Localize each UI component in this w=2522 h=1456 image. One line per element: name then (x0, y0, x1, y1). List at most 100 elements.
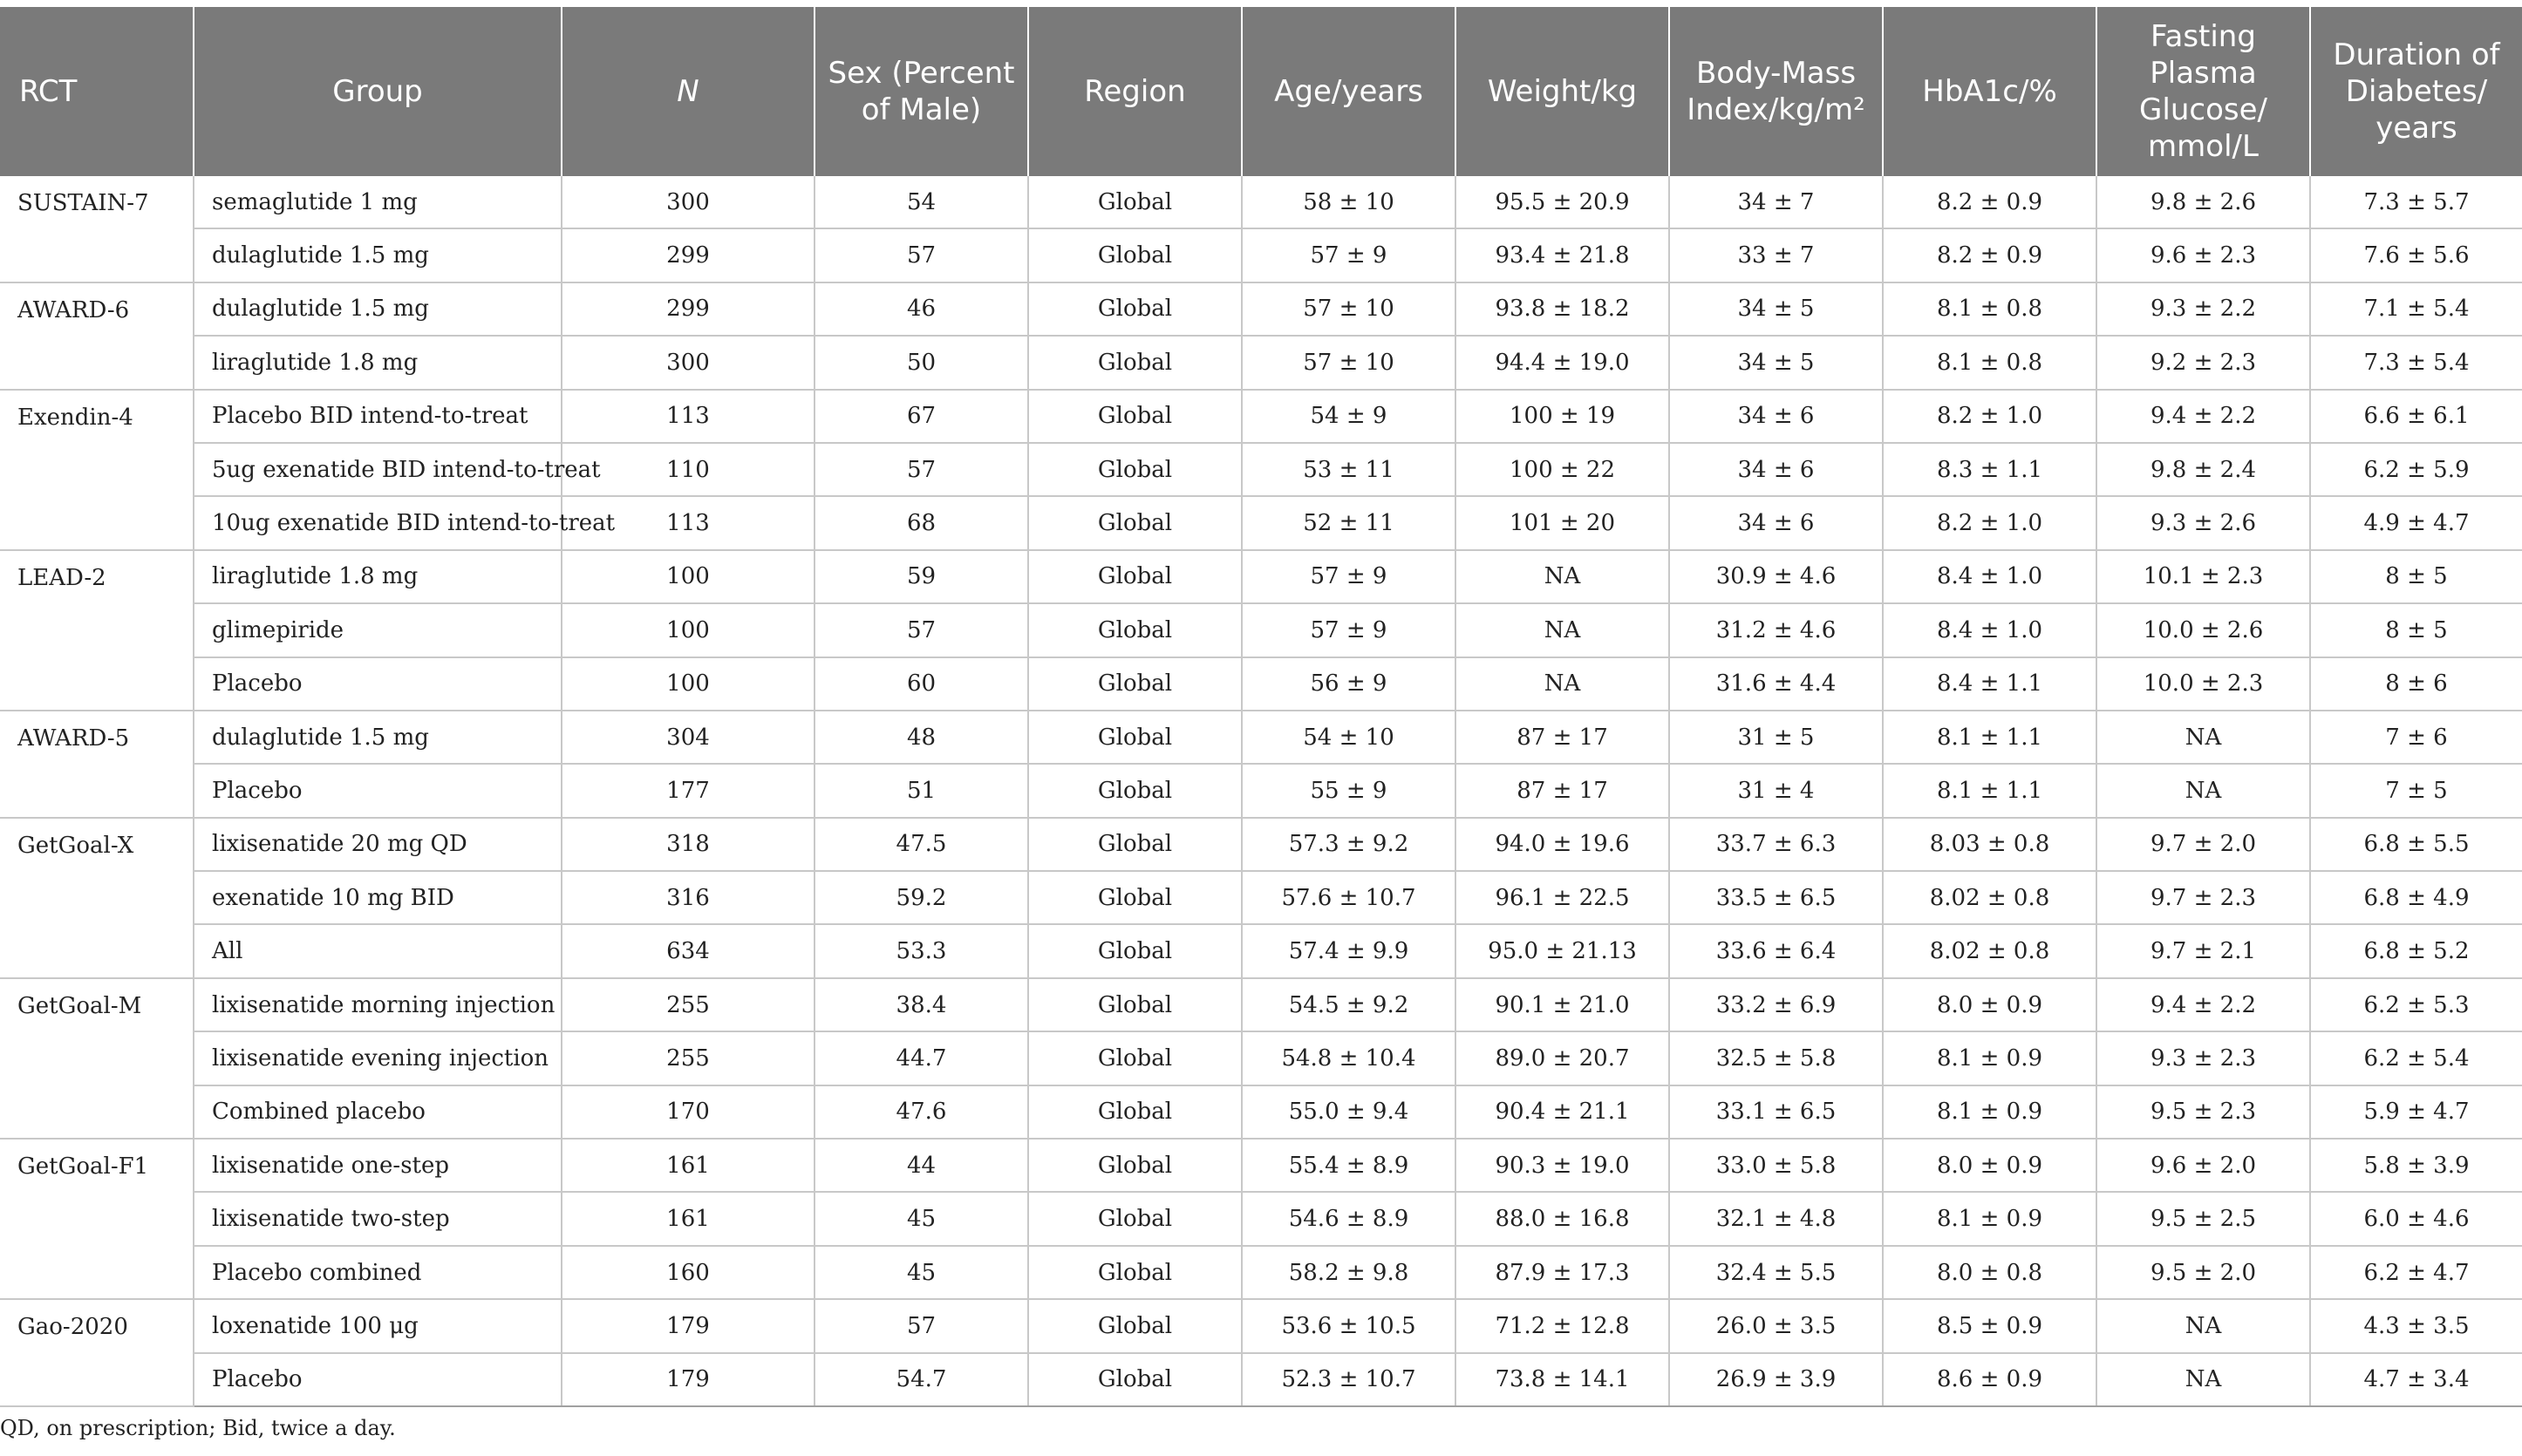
value-cell: 8.2 ± 0.9 (1883, 176, 2097, 230)
table-row: Gao-2020 loxenatide 100 μg 179 57 Global 53.6… (0, 1299, 2522, 1407)
value-cell: 44.7 (815, 1031, 1029, 1086)
group-cell: Placebo (194, 764, 562, 819)
value-cell: 31.2 ± 4.6 (1669, 603, 1884, 658)
value-cell: 304 (562, 710, 815, 765)
value-cell: 7 ± 5 (2310, 764, 2522, 819)
value-cell: 46 (815, 282, 1029, 337)
value-cell: 8.1 ± 1.1 (1883, 710, 2097, 765)
value-cell: 51 (815, 764, 1029, 819)
value-cell: 54.8 ± 10.4 (1242, 1031, 1456, 1086)
value-cell: 57.6 ± 10.7 (1242, 871, 1456, 926)
value-cell: NA (1455, 549, 1670, 605)
value-cell: 6.2 ± 5.3 (2310, 977, 2522, 1033)
value-cell: 26.0 ± 3.5 (1669, 1299, 1884, 1354)
value-cell: 93.8 ± 18.2 (1455, 282, 1670, 337)
table-row: GetGoal-X lixisenatide 20 mg QD 318 47.5 Glo… (0, 817, 2522, 979)
value-cell: 95.5 ± 20.9 (1455, 176, 1670, 230)
value-cell: 47.6 (815, 1085, 1029, 1140)
value-cell: 34 ± 5 (1669, 282, 1884, 337)
value-cell: 55.0 ± 9.4 (1242, 1085, 1456, 1140)
value-cell: 8 ± 5 (2310, 549, 2522, 605)
value-cell: 6.2 ± 4.7 (2310, 1245, 2522, 1301)
value-cell: 8 ± 6 (2310, 657, 2522, 711)
value-cell: 57 (815, 1299, 1029, 1354)
value-cell: 94.4 ± 19.0 (1455, 336, 1670, 391)
value-cell: 8 ± 5 (2310, 603, 2522, 658)
table-row: 10ug exenatide BID intend-to-treat 113 68 G… (0, 496, 2522, 551)
group-cell: lixisenatide morning injection (194, 977, 562, 1033)
value-cell: Global (1028, 1245, 1243, 1301)
value-cell: 34 ± 5 (1669, 336, 1884, 391)
value-cell: 87.9 ± 17.3 (1455, 1245, 1670, 1301)
value-cell: 57 ± 10 (1242, 336, 1456, 391)
group-cell: liraglutide 1.8 mg (194, 549, 562, 605)
value-cell: Global (1028, 1031, 1243, 1086)
table-row: lixisenatide two-step 161 45 Global 54.6 ± 8… (0, 1192, 2522, 1247)
value-cell: 31 ± 4 (1669, 764, 1884, 819)
value-cell: 31.6 ± 4.4 (1669, 657, 1884, 711)
group-cell: lixisenatide evening injection (194, 1031, 562, 1086)
group-cell: 5ug exenatide BID intend-to-treat (194, 442, 601, 498)
header-n: N (562, 7, 815, 176)
value-cell: 318 (562, 817, 815, 873)
value-cell: 6.0 ± 4.6 (2310, 1192, 2522, 1247)
value-cell: 179 (562, 1352, 815, 1407)
value-cell: 9.7 ± 2.0 (2096, 817, 2311, 873)
value-cell: 9.4 ± 2.2 (2096, 389, 2311, 444)
table-row: liraglutide 1.8 mg 300 50 Global 57 ± 10 94.4… (0, 336, 2522, 391)
rct-name-cell: Exendin-4 (0, 389, 194, 551)
value-cell: 6.2 ± 5.9 (2310, 442, 2522, 498)
value-cell: Global (1028, 603, 1243, 658)
value-cell: 53.3 (815, 924, 1029, 979)
value-cell: 300 (562, 336, 815, 391)
value-cell: 34 ± 6 (1669, 442, 1884, 498)
table-row: 5ug exenatide BID intend-to-treat 110 57 Gl… (0, 442, 2522, 498)
value-cell: 52.3 ± 10.7 (1242, 1352, 1456, 1407)
value-cell: 8.4 ± 1.1 (1883, 657, 2097, 711)
group-cell: Placebo (194, 657, 562, 711)
table-row: glimepiride 100 57 Global 57 ± 9 NA 31.2 ± 4.6… (0, 603, 2522, 658)
value-cell: 8.1 ± 0.9 (1883, 1031, 2097, 1086)
group-cell: loxenatide 100 μg (194, 1299, 562, 1354)
value-cell: 58 ± 10 (1242, 176, 1456, 230)
value-cell: 31 ± 5 (1669, 710, 1884, 765)
value-cell: 44 (815, 1139, 1029, 1194)
value-cell: 8.4 ± 1.0 (1883, 603, 2097, 658)
table-row: Placebo 179 54.7 Global 52.3 ± 10.7 73.8 ± 14… (0, 1352, 2522, 1407)
value-cell: NA (2096, 1299, 2311, 1354)
value-cell: 177 (562, 764, 815, 819)
value-cell: 34 ± 6 (1669, 389, 1884, 444)
value-cell: 57 (815, 228, 1029, 283)
group-cell: Combined placebo (194, 1085, 562, 1140)
header-group: Group (194, 7, 562, 176)
value-cell: 33.0 ± 5.8 (1669, 1139, 1884, 1194)
value-cell: 9.5 ± 2.5 (2096, 1192, 2311, 1247)
group-cell: glimepiride (194, 603, 562, 658)
group-cell: lixisenatide one-step (194, 1139, 562, 1194)
value-cell: 8.3 ± 1.1 (1883, 442, 2097, 498)
value-cell: 9.3 ± 2.3 (2096, 1031, 2311, 1086)
header-age: Age/years (1242, 7, 1456, 176)
value-cell: 113 (562, 389, 815, 444)
value-cell: 32.1 ± 4.8 (1669, 1192, 1884, 1247)
group-cell: Placebo combined (194, 1245, 562, 1301)
table-body: SUSTAIN-7 semaglutide 1 mg 300 54 Global 58 ±… (0, 176, 2522, 1407)
value-cell: 32.4 ± 5.5 (1669, 1245, 1884, 1301)
group-cell: dulaglutide 1.5 mg (194, 228, 562, 283)
table-row: lixisenatide evening injection 255 44.7 Glo… (0, 1031, 2522, 1086)
group-cell: lixisenatide 20 mg QD (194, 817, 562, 873)
value-cell: 6.8 ± 4.9 (2310, 871, 2522, 926)
value-cell: 89.0 ± 20.7 (1455, 1031, 1670, 1086)
table-row: LEAD-2 liraglutide 1.8 mg 100 59 Global 57 ± … (0, 549, 2522, 711)
value-cell: 6.8 ± 5.2 (2310, 924, 2522, 979)
value-cell: 179 (562, 1299, 815, 1354)
value-cell: 9.5 ± 2.0 (2096, 1245, 2311, 1301)
value-cell: 54.7 (815, 1352, 1029, 1407)
value-cell: 54.6 ± 8.9 (1242, 1192, 1456, 1247)
value-cell: 57 ± 9 (1242, 549, 1456, 605)
header-rct: RCT (0, 7, 194, 176)
rct-name-cell: AWARD-5 (0, 710, 194, 819)
value-cell: 160 (562, 1245, 815, 1301)
table-row: GetGoal-M lixisenatide morning injection 2… (0, 977, 2522, 1140)
value-cell: 316 (562, 871, 815, 926)
